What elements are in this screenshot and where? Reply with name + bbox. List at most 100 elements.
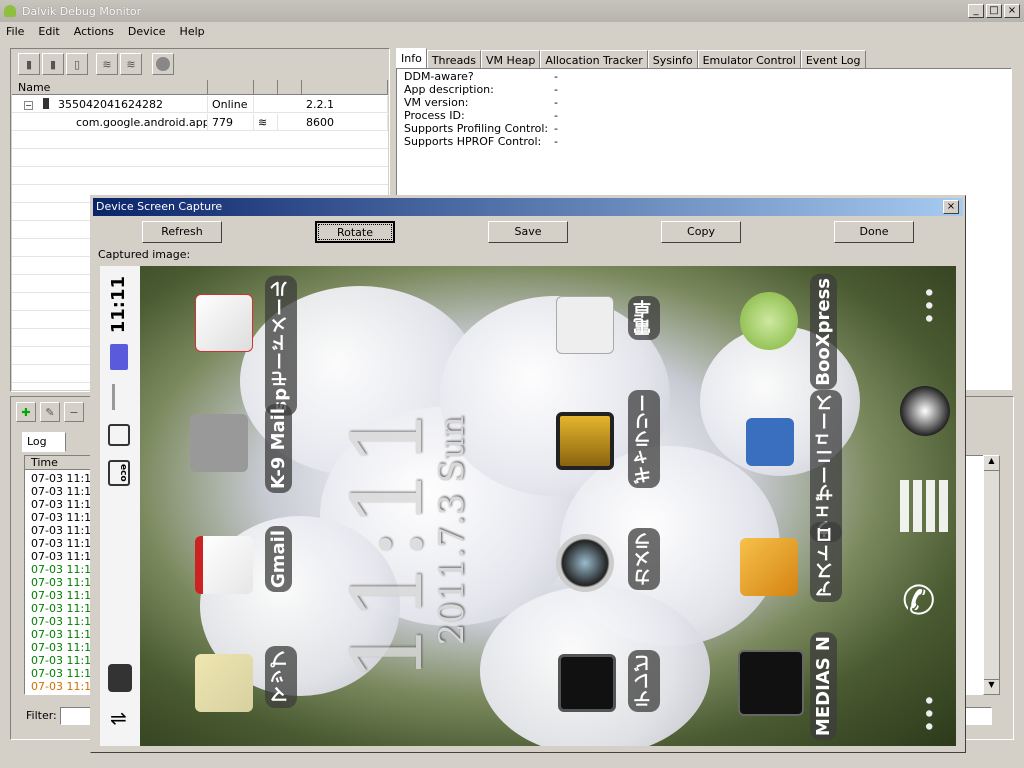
scroll-down-icon[interactable]: ▼ bbox=[984, 679, 999, 694]
log-row-time[interactable]: 07-03 11:12 bbox=[31, 628, 98, 641]
info-row: VM version: - bbox=[404, 96, 558, 109]
scroll-up-icon[interactable]: ▲ bbox=[984, 456, 999, 471]
tv-icon[interactable] bbox=[558, 654, 616, 712]
app-drawer-icon[interactable] bbox=[900, 480, 952, 532]
app-label[interactable]: ウェザーニュース bbox=[810, 390, 842, 542]
browser-icon[interactable] bbox=[900, 386, 950, 436]
tab-allocation-tracker[interactable]: Allocation Tracker bbox=[540, 50, 648, 69]
column-2[interactable] bbox=[208, 80, 254, 95]
app-label[interactable]: Gmail bbox=[265, 526, 292, 593]
thread-dump-icon[interactable]: ≋ bbox=[120, 53, 142, 75]
log-row-time[interactable]: 07-03 11:11 bbox=[31, 498, 98, 511]
log-row-time[interactable]: 07-03 11:11 bbox=[31, 485, 98, 498]
app-label[interactable]: アストロ bbox=[810, 522, 842, 602]
k9-icon[interactable] bbox=[190, 414, 248, 472]
log-row-time[interactable]: 07-03 11:11 bbox=[31, 537, 98, 550]
edit-filter-icon[interactable]: ✎ bbox=[40, 402, 60, 422]
tab-vm-heap[interactable]: VM Heap bbox=[481, 50, 541, 69]
info-tabs: Info Threads VM Heap Allocation Tracker … bbox=[396, 48, 866, 69]
camera-icon[interactable] bbox=[556, 534, 614, 592]
calculator-icon[interactable] bbox=[556, 296, 614, 354]
log-row-time[interactable]: 07-03 11:12 bbox=[31, 576, 98, 589]
menu-actions[interactable]: Actions bbox=[74, 25, 114, 38]
delete-filter-icon[interactable]: − bbox=[64, 402, 84, 422]
copy-button[interactable]: Copy bbox=[661, 221, 741, 243]
log-row-time[interactable]: 07-03 11:12 bbox=[31, 667, 98, 680]
app-label[interactable]: BooXpress bbox=[810, 274, 837, 390]
phone-dialer-icon[interactable]: ✆ bbox=[902, 578, 936, 624]
tab-sysinfo[interactable]: Sysinfo bbox=[647, 50, 698, 69]
minimize-button[interactable]: _ bbox=[968, 4, 984, 18]
column-time[interactable]: Time bbox=[25, 456, 95, 470]
add-filter-icon[interactable]: ✚ bbox=[16, 402, 36, 422]
phone-status-bar: 11:11 eco ⇌ bbox=[100, 266, 140, 746]
info-row: App description: - bbox=[404, 83, 558, 96]
menu-file[interactable]: File bbox=[6, 25, 24, 38]
menu-device[interactable]: Device bbox=[128, 25, 166, 38]
log-row-time[interactable]: 07-03 11:12 bbox=[31, 615, 98, 628]
tab-log[interactable]: Log bbox=[22, 432, 66, 452]
log-scrollbar[interactable]: ▲ ▼ bbox=[983, 455, 1000, 695]
rotate-button[interactable]: Rotate bbox=[315, 221, 395, 243]
log-row-time[interactable]: 07-03 11:12 bbox=[31, 680, 98, 693]
done-button[interactable]: Done bbox=[834, 221, 914, 243]
menu-dots-icon[interactable]: ••• bbox=[915, 694, 940, 733]
app-label[interactable]: spモードメール bbox=[265, 276, 297, 416]
medias-icon[interactable] bbox=[738, 650, 804, 716]
log-row-time[interactable]: 07-03 11:11 bbox=[31, 472, 98, 485]
column-4[interactable] bbox=[278, 80, 302, 95]
log-row-time[interactable]: 07-03 11:12 bbox=[31, 589, 98, 602]
log-row-time[interactable]: 07-03 11:11 bbox=[31, 511, 98, 524]
log-row-time[interactable]: 07-03 11:12 bbox=[31, 602, 98, 615]
menu-edit[interactable]: Edit bbox=[38, 25, 59, 38]
window-titlebar: Dalvik Debug Monitor _ □ × bbox=[0, 0, 1024, 22]
log-row-time[interactable]: 07-03 11:11 bbox=[31, 550, 98, 563]
app-label[interactable]: MEDIAS N bbox=[810, 632, 837, 741]
maximize-button[interactable]: □ bbox=[986, 4, 1002, 18]
log-row-time[interactable]: 07-03 11:11 bbox=[31, 524, 98, 537]
update-heap-icon[interactable]: ▮ bbox=[42, 53, 64, 75]
phone-icon bbox=[42, 98, 49, 109]
column-5[interactable] bbox=[302, 80, 388, 95]
app-label[interactable]: マップ bbox=[265, 646, 297, 708]
save-button[interactable]: Save bbox=[488, 221, 568, 243]
app-label[interactable]: ギャラリー bbox=[628, 390, 660, 488]
astro-icon[interactable] bbox=[740, 538, 798, 596]
tab-event-log[interactable]: Event Log bbox=[800, 50, 866, 69]
stop-process-icon[interactable] bbox=[152, 53, 174, 75]
log-row-time[interactable]: 07-03 11:12 bbox=[31, 654, 98, 667]
column-name[interactable]: Name bbox=[12, 80, 208, 95]
menu-dots-icon[interactable]: ••• bbox=[915, 286, 940, 325]
gallery-icon[interactable] bbox=[556, 412, 614, 470]
spmail-icon[interactable] bbox=[195, 294, 253, 352]
menu-help[interactable]: Help bbox=[180, 25, 205, 38]
app-label[interactable]: K-9 Mail bbox=[265, 404, 292, 494]
client-pid: 779 bbox=[208, 114, 254, 131]
battery-icon bbox=[110, 344, 128, 370]
info-row: DDM-aware? - bbox=[404, 70, 558, 83]
tab-info[interactable]: Info bbox=[396, 48, 427, 69]
tab-emulator-control[interactable]: Emulator Control bbox=[697, 50, 801, 69]
debug-process-icon[interactable]: ▮ bbox=[18, 53, 40, 75]
close-button[interactable]: × bbox=[1004, 4, 1020, 18]
app-label[interactable]: カメラ bbox=[628, 528, 660, 590]
filter-label: Filter: bbox=[26, 709, 57, 722]
maps-icon[interactable] bbox=[195, 654, 253, 712]
device-serial: 355042041624282 bbox=[58, 98, 163, 111]
client-row[interactable]: com.google.android.apps.u 779 ≋ 8600 bbox=[12, 114, 388, 131]
column-3[interactable] bbox=[254, 80, 278, 95]
weather-icon[interactable] bbox=[746, 418, 794, 466]
device-row[interactable]: − 355042041624282 Online 2.2.1 bbox=[12, 96, 388, 113]
refresh-button[interactable]: Refresh bbox=[142, 221, 222, 243]
tab-threads[interactable]: Threads bbox=[426, 50, 482, 69]
log-row-time[interactable]: 07-03 11:12 bbox=[31, 563, 98, 576]
dialog-close-button[interactable]: × bbox=[943, 200, 959, 214]
update-threads-icon[interactable]: ≋ bbox=[96, 53, 118, 75]
gmail-icon[interactable] bbox=[195, 536, 253, 594]
trash-icon[interactable]: ▯ bbox=[66, 53, 88, 75]
log-row-time[interactable]: 07-03 11:12 bbox=[31, 641, 98, 654]
app-label[interactable]: テレビ bbox=[628, 650, 660, 712]
collapse-icon[interactable]: − bbox=[24, 101, 33, 110]
booxpress-icon[interactable] bbox=[740, 292, 798, 350]
app-label[interactable]: 電卓 bbox=[628, 296, 660, 340]
